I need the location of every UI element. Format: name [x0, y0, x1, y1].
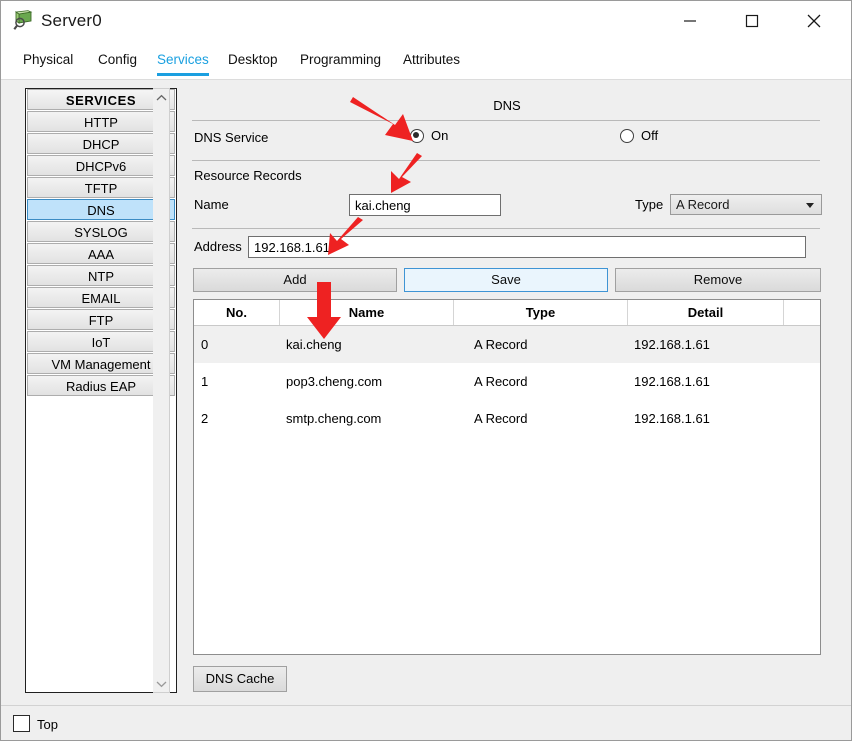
dns-settings-panel: DNS DNS Service On Off Resource Records …	[192, 88, 822, 693]
records-table[interactable]: No. Name Type Detail 0 kai.cheng A Recor…	[193, 299, 821, 655]
divider-3	[192, 228, 820, 229]
address-label: Address	[194, 239, 242, 254]
save-button[interactable]: Save	[404, 268, 608, 292]
dns-service-off-radio[interactable]: Off	[620, 128, 658, 143]
add-button[interactable]: Add	[193, 268, 397, 292]
dns-service-on-radio[interactable]: On	[410, 128, 448, 143]
maximize-button[interactable]	[729, 1, 775, 41]
column-header-name: Name	[280, 300, 454, 325]
radio-off-icon	[620, 128, 634, 143]
cell-no: 2	[201, 411, 209, 426]
cell-detail: 192.168.1.61	[634, 411, 710, 426]
top-checkbox-label: Top	[37, 717, 58, 732]
radio-on-label: On	[431, 128, 449, 143]
tab-attributes[interactable]: Attributes	[399, 41, 464, 80]
services-list-scrollbar[interactable]	[153, 88, 170, 693]
footer-bar: Top	[1, 705, 851, 740]
server0-window: Server0 Physical Config Services Desktop…	[0, 0, 852, 741]
cell-type: A Record	[474, 411, 528, 426]
column-header-spacer	[784, 300, 820, 325]
resource-records-label: Resource Records	[194, 168, 302, 183]
cell-type: A Record	[474, 374, 528, 389]
top-checkbox[interactable]	[13, 715, 30, 732]
close-icon	[807, 14, 821, 28]
server-magnifier-icon	[13, 10, 35, 32]
dns-panel-title: DNS	[493, 98, 521, 113]
cell-name: kai.cheng	[286, 337, 342, 352]
cell-name: smtp.cheng.com	[286, 411, 382, 426]
cell-name: pop3.cheng.com	[286, 374, 383, 389]
name-input[interactable]	[349, 194, 501, 216]
column-header-no: No.	[194, 300, 280, 325]
column-header-detail: Detail	[628, 300, 784, 325]
name-row: Name Type A Record	[192, 194, 822, 218]
chevron-up-icon[interactable]	[153, 89, 169, 106]
chevron-down-icon	[806, 203, 814, 208]
address-row: Address	[192, 236, 822, 260]
remove-button[interactable]: Remove	[615, 268, 821, 292]
tab-programming[interactable]: Programming	[296, 41, 385, 80]
minimize-button[interactable]	[667, 1, 713, 41]
radio-off-label: Off	[641, 128, 659, 143]
tab-bar: Physical Config Services Desktop Program…	[1, 41, 851, 80]
record-action-buttons: Add Save Remove	[192, 268, 822, 292]
minimize-icon	[684, 20, 696, 22]
address-input[interactable]	[248, 236, 806, 258]
dns-cache-row: DNS Cache	[192, 666, 822, 692]
radio-on-icon	[410, 128, 424, 143]
name-label: Name	[194, 197, 229, 212]
window-title: Server0	[41, 11, 102, 30]
type-label: Type	[635, 197, 664, 212]
dns-cache-button[interactable]: DNS Cache	[193, 666, 287, 692]
dns-service-label: DNS Service	[194, 130, 269, 145]
table-row[interactable]: 2 smtp.cheng.com A Record 192.168.1.61	[194, 400, 820, 437]
table-row[interactable]: 0 kai.cheng A Record 192.168.1.61	[194, 326, 820, 363]
table-row[interactable]: 1 pop3.cheng.com A Record 192.168.1.61	[194, 363, 820, 400]
divider-1	[192, 120, 820, 121]
tab-services[interactable]: Services	[153, 41, 213, 80]
tab-desktop[interactable]: Desktop	[224, 41, 282, 80]
tab-physical[interactable]: Physical	[19, 41, 77, 80]
cell-type: A Record	[474, 337, 528, 352]
column-header-type: Type	[454, 300, 628, 325]
cell-detail: 192.168.1.61	[634, 337, 710, 352]
title-bar: Server0	[1, 1, 851, 41]
table-header-row: No. Name Type Detail	[194, 300, 820, 326]
record-type-value: A Record	[676, 197, 730, 212]
close-button[interactable]	[791, 1, 837, 41]
chevron-down-icon[interactable]	[153, 675, 169, 692]
tab-config[interactable]: Config	[94, 41, 141, 80]
maximize-icon	[745, 14, 759, 28]
services-content-area: SERVICES HTTP DHCP DHCPv6 TFTP DNS SYSLO…	[1, 80, 851, 705]
record-type-select[interactable]: A Record	[670, 194, 822, 215]
cell-no: 0	[201, 337, 209, 352]
records-table-wrap: No. Name Type Detail 0 kai.cheng A Recor…	[192, 299, 822, 655]
divider-2	[192, 160, 820, 161]
cell-detail: 192.168.1.61	[634, 374, 710, 389]
cell-no: 1	[201, 374, 209, 389]
